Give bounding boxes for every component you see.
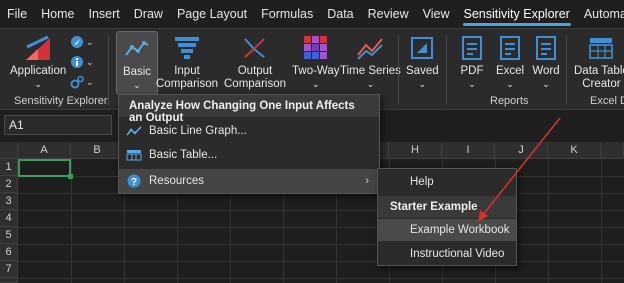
excel-label: Excel <box>495 65 525 77</box>
application-button[interactable]: Application ⌄ <box>10 33 66 91</box>
word-button[interactable]: Word ⌄ <box>530 33 562 91</box>
help-circle-icon: ? <box>119 174 149 188</box>
menu-item-resources[interactable]: ? Resources › <box>119 169 379 193</box>
select-all-corner[interactable] <box>0 142 18 159</box>
submenu-item-instructional-video[interactable]: Instructional Video <box>378 243 516 265</box>
dropdown-header: Analyze How Changing One Input Affects a… <box>119 95 379 124</box>
row-header-5[interactable]: 5 <box>0 227 18 244</box>
group-label-reports: Reports <box>490 95 529 107</box>
menu-bar: File Home Insert Draw Page Layout Formul… <box>0 0 624 28</box>
tab-review[interactable]: Review <box>361 0 416 28</box>
selected-cell-a1[interactable] <box>18 159 73 179</box>
submenu-header-starter-example: Starter Example <box>378 196 516 218</box>
saved-icon <box>406 33 438 63</box>
tab-home[interactable]: Home <box>34 0 81 28</box>
input-comparison-button[interactable]: Input Comparison <box>156 33 218 91</box>
pdf-label: PDF <box>460 65 484 77</box>
settings-icon[interactable]: ⌄ <box>70 75 94 89</box>
data-table-creator-button[interactable]: Data Table Creator <box>574 33 624 91</box>
two-way-label: Two-Way <box>292 65 340 77</box>
info-icon[interactable]: ⌄ <box>70 55 94 69</box>
tab-file[interactable]: File <box>0 0 34 28</box>
row-header-4[interactable]: 4 <box>0 210 18 227</box>
time-series-button[interactable]: Time Series ⌄ <box>340 33 401 91</box>
heatmap-grid-icon <box>300 33 332 63</box>
menu-item-basic-line-graph[interactable]: Basic Line Graph... <box>119 119 379 143</box>
basic-label: Basic <box>122 66 152 78</box>
output-comparison-button[interactable]: Output Comparison <box>224 33 286 91</box>
two-way-button[interactable]: Two-Way ⌄ <box>292 33 340 91</box>
funnel-icon <box>171 33 203 63</box>
tab-view[interactable]: View <box>416 0 457 28</box>
column-header-b[interactable]: B <box>71 142 124 159</box>
column-header-h[interactable]: H <box>389 142 442 159</box>
saved-label: Saved <box>406 65 439 77</box>
saved-button[interactable]: Saved ⌄ <box>406 33 439 91</box>
excel-doc-icon <box>494 33 526 63</box>
column-header-l[interactable] <box>601 142 624 159</box>
svg-text:?: ? <box>131 177 137 188</box>
column-header-k[interactable]: K <box>548 142 601 159</box>
table-icon <box>119 149 149 161</box>
row-header-7[interactable]: 7 <box>0 261 18 278</box>
application-label: Application <box>10 65 67 77</box>
cross-lines-icon <box>239 33 271 63</box>
row-header-3[interactable]: 3 <box>0 193 18 210</box>
word-label: Word <box>532 65 560 77</box>
submenu-item-example-workbook[interactable]: Example Workbook <box>378 219 516 241</box>
row-header-1[interactable]: 1 <box>0 159 18 176</box>
navigate-icon[interactable]: ⌄ <box>70 35 94 49</box>
word-doc-icon <box>530 33 562 63</box>
row-header-8[interactable] <box>0 278 18 283</box>
column-header-i[interactable]: I <box>442 142 495 159</box>
row-header-2[interactable]: 2 <box>0 176 18 193</box>
data-table-icon <box>585 33 617 63</box>
column-header-a[interactable]: A <box>18 142 71 159</box>
tab-data[interactable]: Data <box>320 0 360 28</box>
tab-draw[interactable]: Draw <box>127 0 170 28</box>
name-box[interactable]: A1 <box>4 115 112 135</box>
basic-dropdown-menu: Analyze How Changing One Input Affects a… <box>118 94 380 194</box>
tab-automate[interactable]: Automate <box>577 0 624 28</box>
pdf-button[interactable]: PDF ⌄ <box>456 33 488 91</box>
pdf-doc-icon <box>456 33 488 63</box>
menu-item-basic-table[interactable]: Basic Table... <box>119 143 379 167</box>
group-label-excel-data: Excel Da <box>590 95 624 107</box>
application-icon <box>22 33 54 63</box>
tab-formulas[interactable]: Formulas <box>254 0 320 28</box>
tab-page-layout[interactable]: Page Layout <box>170 0 254 28</box>
chevron-right-icon: › <box>365 175 369 187</box>
line-graph-icon <box>119 125 149 137</box>
row-header-6[interactable]: 6 <box>0 244 18 261</box>
column-header-j[interactable]: J <box>495 142 548 159</box>
time-series-icon <box>354 33 386 63</box>
basic-line-icon <box>121 34 153 64</box>
basic-button[interactable]: Basic ⌄ <box>116 31 158 95</box>
excel-button[interactable]: Excel ⌄ <box>494 33 526 91</box>
submenu-item-help[interactable]: Help <box>378 171 516 193</box>
tab-insert[interactable]: Insert <box>82 0 127 28</box>
time-series-label: Time Series <box>340 65 401 77</box>
group-label-sensitivity-explorer: Sensitivity Explorer <box>14 95 108 107</box>
resources-submenu: Help Starter Example Example Workbook In… <box>377 168 517 266</box>
tab-sensitivity-explorer[interactable]: Sensitivity Explorer <box>457 0 577 28</box>
